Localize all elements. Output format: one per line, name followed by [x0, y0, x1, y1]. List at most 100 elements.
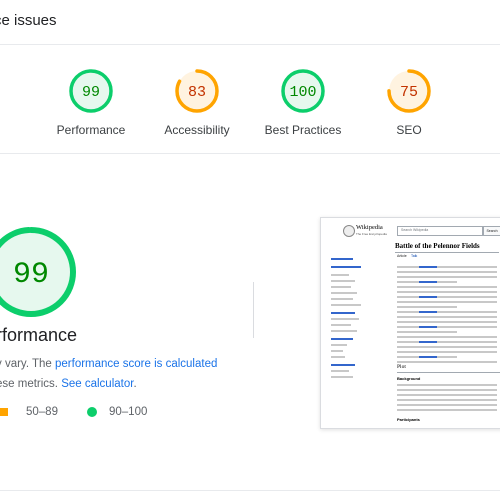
gauge-seo[interactable]: 75 SEO: [364, 68, 454, 137]
wiki-sidebar-line: [331, 286, 351, 288]
wiki-tab-talk: Talk: [411, 254, 418, 258]
wiki-text-line: [397, 291, 497, 293]
wiki-sidebar-line: [331, 376, 353, 378]
legend-label: 90–100: [109, 406, 148, 418]
wiki-sidebar-line: [331, 298, 353, 300]
wiki-sidebar-line: [331, 344, 347, 346]
wiki-text-line: [397, 346, 497, 348]
wiki-sidebar-line: [331, 280, 355, 282]
wiki-sidebar-line: [331, 304, 361, 306]
wiki-text-line: [397, 409, 497, 411]
wiki-article-title: Battle of the Pelennor Fields: [395, 242, 480, 250]
main-gauge-ring: 99: [0, 227, 76, 317]
gauge-label: SEO: [396, 123, 422, 137]
wiki-sidebar-line: [331, 330, 357, 332]
wiki-sidebar: [331, 252, 386, 392]
wikipedia-logo-icon: [343, 225, 355, 237]
wiki-search-button: Search: [483, 226, 500, 236]
wiki-text-line: [397, 351, 497, 353]
gauge-accessibility[interactable]: 83 Accessibility: [152, 68, 242, 137]
wiki-sidebar-line: [331, 370, 349, 372]
section-title: ce issues: [0, 12, 57, 29]
wiki-text-line: [397, 384, 497, 386]
see-calculator-link[interactable]: See calculator: [61, 378, 133, 390]
gauge-label: Accessibility: [164, 123, 230, 137]
wiki-link-line: [419, 281, 437, 283]
wiki-tab-article: Article: [397, 254, 407, 258]
gauge-label: Best Practices: [264, 123, 342, 137]
header-divider: [0, 44, 500, 45]
final-screenshot-thumbnail[interactable]: Wikipedia The Free Encyclopedia Search W…: [320, 217, 500, 429]
category-title: erformance: [0, 325, 78, 345]
wiki-link-line: [419, 356, 437, 358]
wiki-text-line: [397, 341, 497, 343]
desc-text: .: [133, 378, 137, 390]
gauge-ring: 75: [387, 69, 431, 113]
gauge-ring: 99: [69, 69, 113, 113]
wiki-link-line: [419, 311, 437, 313]
gauge-best-practices[interactable]: 100 Best Practices: [258, 68, 348, 137]
score-description: y vary. The performance score is calcula…: [0, 354, 217, 394]
gauge-ring: 100: [281, 69, 325, 113]
legend-average: 50–89: [0, 406, 58, 418]
wiki-section-participants: Participants: [397, 417, 420, 422]
wiki-text-line: [397, 286, 497, 288]
wiki-sidebar-line: [331, 258, 353, 260]
wiki-sidebar-line: [331, 312, 355, 314]
gauge-score: 99: [82, 84, 100, 101]
wiki-text-line: [397, 266, 497, 268]
wiki-text-line: [397, 306, 457, 308]
wiki-text-line: [397, 331, 457, 333]
wiki-section-plot: Plot: [397, 364, 406, 370]
wiki-text-line: [397, 321, 497, 323]
gauge-score: 75: [400, 84, 418, 101]
wiki-text-line: [397, 311, 497, 313]
bottom-divider: [0, 490, 500, 491]
main-gauge: 99: [0, 225, 78, 324]
wiki-sidebar-line: [331, 324, 351, 326]
gauge-performance[interactable]: 99 Performance: [46, 68, 136, 137]
wiki-link-line: [419, 296, 437, 298]
desc-text: y vary. The: [0, 358, 56, 370]
gauge-score: 83: [188, 84, 206, 101]
wiki-logo-sub: The Free Encyclopedia: [356, 232, 387, 236]
wiki-text-line: [397, 271, 497, 273]
wiki-sidebar-line: [331, 356, 345, 358]
average-square-icon: [0, 408, 8, 416]
wiki-logo-title: Wikipedia: [356, 224, 383, 231]
wiki-search-input: Search Wikipedia: [397, 226, 483, 236]
main-score: 99: [13, 258, 49, 292]
wiki-sidebar-line: [331, 318, 359, 320]
wiki-sidebar-line: [331, 338, 353, 340]
desc-text: ese metrics.: [0, 378, 62, 390]
wiki-text-line: [397, 296, 497, 298]
wiki-text-line: [397, 399, 497, 401]
wiki-sidebar-line: [331, 350, 343, 352]
legend-pass: 90–100: [87, 406, 147, 418]
legend-label: 50–89: [26, 406, 58, 418]
wiki-text-line: [397, 389, 497, 391]
wiki-section-background: Background: [397, 376, 421, 381]
wiki-text-line: [397, 394, 497, 396]
wiki-body: [397, 262, 500, 422]
score-calculated-link[interactable]: performance score is calculated: [55, 358, 217, 370]
section-divider: [0, 153, 500, 154]
wiki-sidebar-line: [331, 292, 357, 294]
vertical-separator: [253, 282, 254, 338]
gauge-ring: 83: [175, 69, 219, 113]
wiki-sidebar-line: [331, 266, 361, 268]
wiki-text-line: [397, 336, 497, 338]
wiki-text-line: [397, 404, 497, 406]
wiki-text-line: [397, 361, 497, 363]
wiki-text-line: [397, 301, 497, 303]
pass-circle-icon: [87, 407, 97, 417]
wiki-text-line: [397, 326, 497, 328]
gauge-score: 100: [289, 84, 316, 101]
wiki-text-line: [397, 276, 497, 278]
wiki-link-line: [419, 341, 437, 343]
wiki-text-line: [397, 316, 497, 318]
gauge-label: Performance: [56, 123, 126, 137]
wiki-sidebar-line: [331, 364, 355, 366]
wiki-link-line: [419, 326, 437, 328]
wiki-sidebar-line: [331, 274, 349, 276]
